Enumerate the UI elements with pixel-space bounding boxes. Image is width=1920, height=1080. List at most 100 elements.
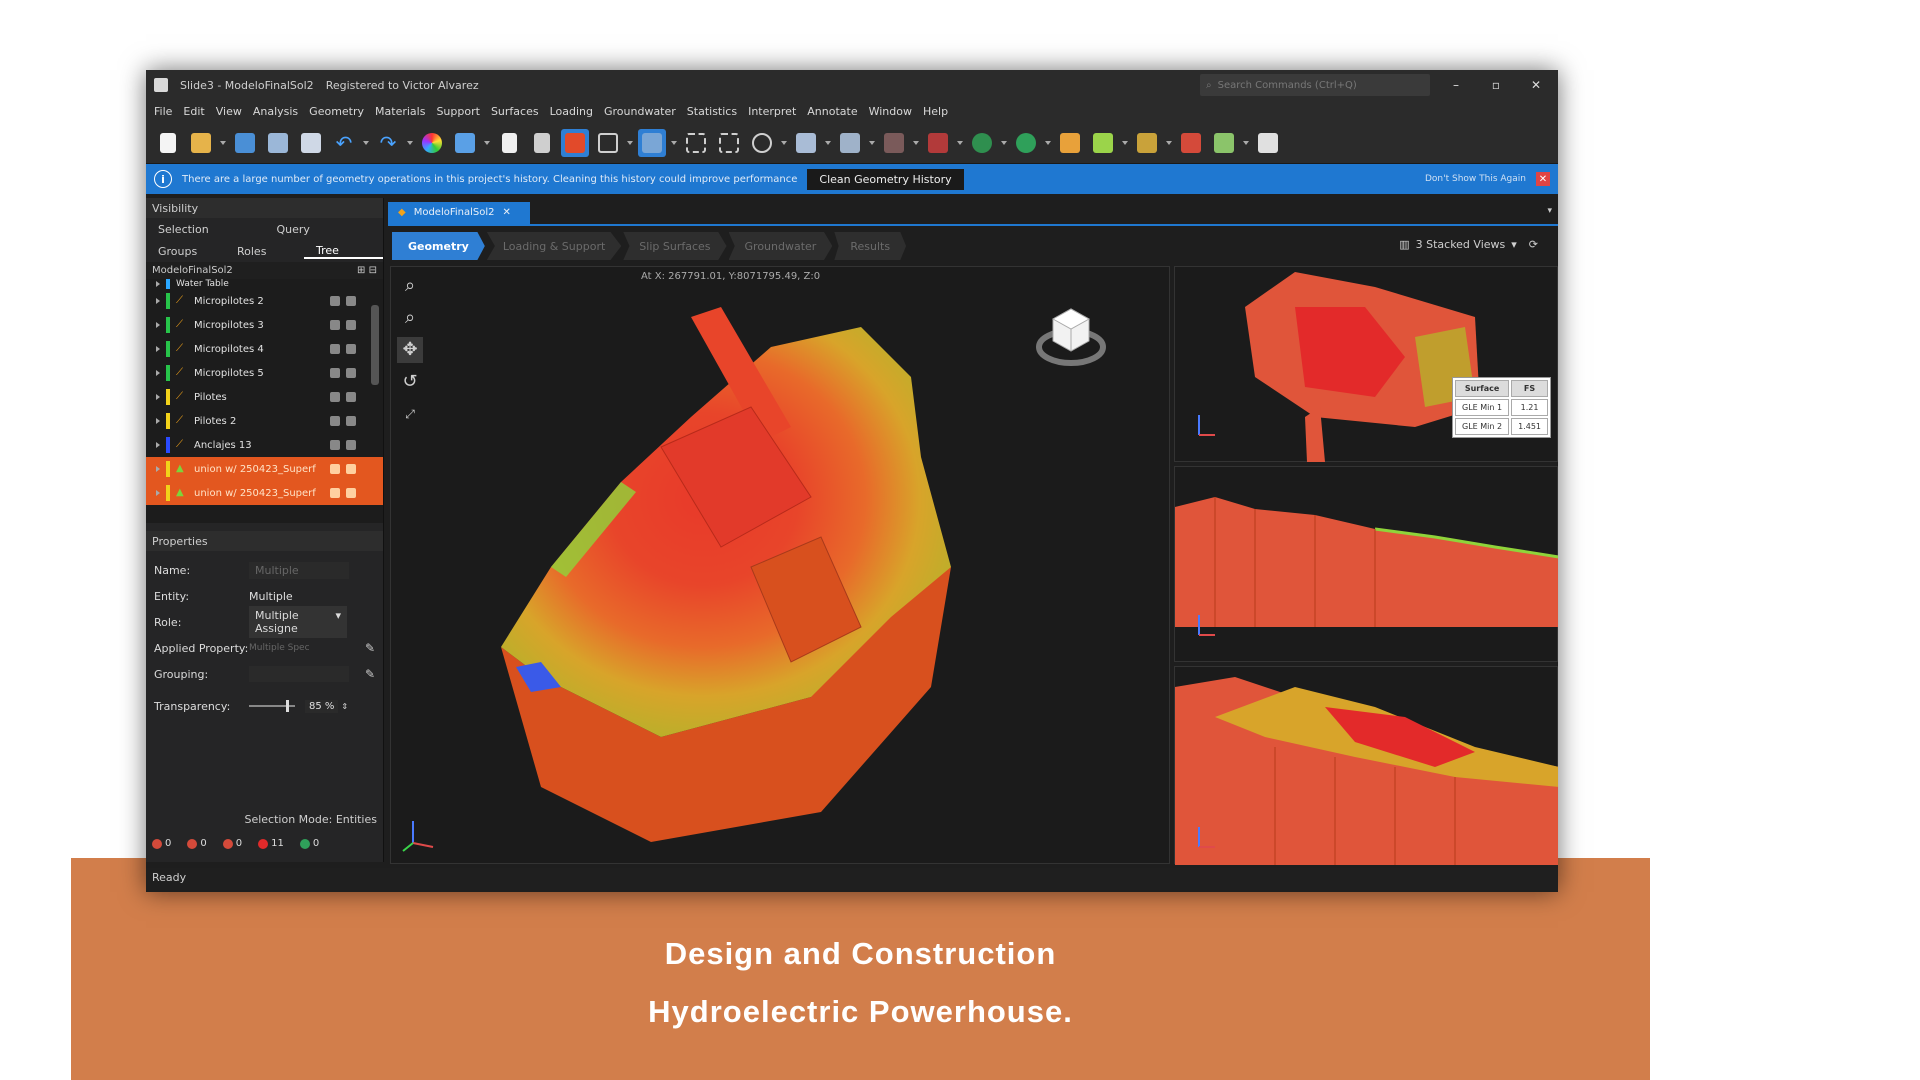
workflow-slip-surfaces[interactable]: Slip Surfaces [623,232,727,260]
count-item[interactable]: 0 [222,838,242,849]
surface2-button[interactable] [1012,129,1040,157]
tree-row[interactable]: Water Table [146,279,383,289]
query-dropdown-icon[interactable] [825,140,831,145]
menu-interpret[interactable]: Interpret [748,105,796,118]
visibility-eye-icon[interactable] [330,392,340,402]
menu-statistics[interactable]: Statistics [687,105,737,118]
lasso-button[interactable] [748,129,776,157]
save-button[interactable] [231,129,259,157]
load-dropdown-icon[interactable] [1122,140,1128,145]
water-button[interactable] [1133,129,1161,157]
tab-tree[interactable]: Tree [304,244,383,259]
restore-button[interactable]: ▫ [1482,78,1510,92]
lock-icon[interactable] [346,464,356,474]
edit-pencil-icon[interactable]: ✎ [365,641,375,655]
visibility-eye-icon[interactable] [330,368,340,378]
workflow-geometry[interactable]: Geometry [392,232,485,260]
surface-button[interactable] [968,129,996,157]
slider-thumb[interactable] [286,700,290,712]
view-dropdown-icon[interactable] [627,140,633,145]
sync-icon[interactable]: ⟳ [1529,238,1538,251]
spinner-icon[interactable]: ⇕ [341,702,348,711]
solid-view-button[interactable] [561,128,589,157]
water-dropdown-icon[interactable] [1166,140,1172,145]
doc-tab[interactable]: ◆ ModeloFinalSol2 ✕ [388,202,530,224]
redo-button[interactable]: ↷ [374,129,402,157]
visibility-eye-icon[interactable] [330,320,340,330]
tree-row[interactable]: ⟋ Pilotes 2 [146,409,383,433]
material-button[interactable] [880,129,908,157]
role-select[interactable]: Multiple Assigne ▾ [249,606,347,638]
new-file-button[interactable] [154,129,182,157]
close-infobar-icon[interactable]: ✕ [1536,172,1550,186]
expand-arrow-icon[interactable] [156,370,160,376]
expand-arrow-icon[interactable] [156,442,160,448]
color-button[interactable] [418,129,446,157]
lasso-dropdown-icon[interactable] [781,140,787,145]
close-tab-icon[interactable]: ✕ [503,207,511,219]
tree-row[interactable]: ⟋ Micropilotes 3 [146,313,383,337]
material-dropdown-icon[interactable] [913,140,919,145]
close-window-button[interactable]: ✕ [1522,78,1550,92]
expand-arrow-icon[interactable] [156,466,160,472]
menu-groundwater[interactable]: Groundwater [604,105,676,118]
open-button[interactable] [187,129,215,157]
tree-row[interactable]: ⟋ Micropilotes 4 [146,337,383,361]
workflow-groundwater[interactable]: Groundwater [728,232,833,260]
support-button[interactable] [836,129,864,157]
print-button[interactable] [264,129,292,157]
menu-analysis[interactable]: Analysis [253,105,298,118]
transparency-value[interactable]: 85 % [305,699,339,713]
tree-row[interactable]: ⟋ Micropilotes 5 [146,361,383,385]
interpret-button[interactable] [1210,129,1238,157]
count-item[interactable]: 11 [258,838,284,849]
menu-loading[interactable]: Loading [550,105,593,118]
visibility-eye-icon[interactable] [330,488,340,498]
menu-window[interactable]: Window [869,105,912,118]
collapse-all-icon[interactable]: ⊟ [369,265,377,276]
applied-property-select[interactable]: Multiple Spec [249,643,310,653]
slice-button[interactable] [1254,129,1282,157]
tabs-dropdown-icon[interactable]: ▾ [1547,206,1552,216]
menu-support[interactable]: Support [436,105,479,118]
expand-all-icon[interactable]: ⊞ [357,265,365,276]
surface2-dropdown-icon[interactable] [1045,140,1051,145]
lock-icon[interactable] [346,488,356,498]
search-commands[interactable]: ⌕ Search Commands (Ctrl+Q) [1200,74,1430,96]
tab-selection[interactable]: Selection [146,223,265,236]
compute-button[interactable] [1177,129,1205,157]
load-button[interactable] [1056,129,1084,157]
tree-scrollbar[interactable] [371,305,379,385]
expand-arrow-icon[interactable] [156,298,160,304]
tab-roles[interactable]: Roles [225,245,304,258]
lock-icon[interactable] [346,368,356,378]
copy-button[interactable] [297,129,325,157]
lock-icon[interactable] [346,296,356,306]
calculator-button[interactable] [528,129,556,157]
box-deselect-button[interactable] [715,129,743,157]
menu-file[interactable]: File [154,105,172,118]
menu-view[interactable]: View [216,105,242,118]
expand-arrow-icon[interactable] [156,394,160,400]
visibility-eye-icon[interactable] [330,464,340,474]
undo-button[interactable]: ↶ [330,129,358,157]
expand-arrow-icon[interactable] [156,490,160,496]
menu-surfaces[interactable]: Surfaces [491,105,539,118]
image-button[interactable] [451,129,479,157]
surface-dropdown-icon[interactable] [1001,140,1007,145]
report-button[interactable] [495,129,523,157]
expand-arrow-icon[interactable] [156,418,160,424]
interpret-dropdown-icon[interactable] [1243,140,1249,145]
lock-icon[interactable] [346,344,356,354]
visibility-eye-icon[interactable] [330,296,340,306]
expand-arrow-icon[interactable] [156,346,160,352]
tab-query[interactable]: Query [265,223,384,236]
name-input[interactable]: Multiple [249,561,349,579]
wireframe-button[interactable] [594,129,622,157]
tree-row[interactable]: ▲ union w/ 250423_Superf [146,457,383,481]
menu-edit[interactable]: Edit [183,105,204,118]
load2-button[interactable] [1089,129,1117,157]
main-3d-viewport[interactable]: At X: 267791.01, Y:8071795.49, Z:0 ⌕ ⌕ ✥… [390,266,1170,864]
expand-arrow-icon[interactable] [156,322,160,328]
middle-side-view[interactable] [1174,466,1558,662]
